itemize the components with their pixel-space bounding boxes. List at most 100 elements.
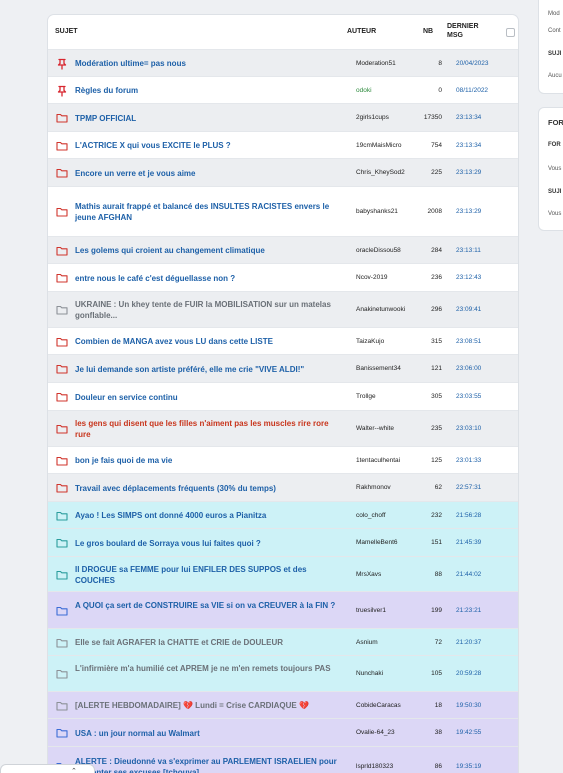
topic-last-message-link[interactable]: 21:45:39 [456,539,481,546]
select-all-checkbox[interactable] [506,28,515,37]
topic-title-link[interactable]: Elle se fait AGRAFER la CHATTE et CRIE d… [75,637,343,648]
topic-author[interactable]: Ovalie-64_23 [356,729,426,736]
topic-author[interactable]: colo_choff [356,512,426,519]
topic-last-message-link[interactable]: 23:12:43 [456,274,481,281]
topic-title-link[interactable]: Mathis aurait frappé et balancé des INSU… [75,201,343,223]
topic-last-message-link[interactable]: 19:50:30 [456,702,481,709]
topic-title-link[interactable]: ALERTE : Dieudonné va s'exprimer au PARL… [75,756,343,773]
topic-author[interactable]: Rakhmonov [356,484,426,491]
topic-last-message-link[interactable]: 21:44:02 [456,571,481,578]
topic-row[interactable]: L'ACTRICE X qui vous EXCITE le PLUS ? 19c… [48,131,518,158]
topic-title-link[interactable]: Travail avec déplacements fréquents (30%… [75,483,343,494]
topic-row[interactable]: Modération ultime= pas nous Moderation51 8… [48,49,518,76]
topic-title-link[interactable]: UKRAINE : Un khey tente de FUIR la MOBIL… [75,299,343,321]
topic-author[interactable]: Ncov-2019 [356,274,426,281]
topic-row[interactable]: Mathis aurait frappé et balancé des INSU… [48,186,518,236]
topic-author[interactable]: Trollge [356,393,426,400]
topic-last-message-link[interactable]: 19:42:55 [456,729,481,736]
topic-last-message-link[interactable]: 23:09:41 [456,306,481,313]
topic-title-link[interactable]: Douleur en service continu [75,392,343,403]
topic-last-message-link[interactable]: 21:20:37 [456,639,481,646]
topic-title-link[interactable]: Modération ultime= pas nous [75,58,343,69]
topic-title-link[interactable]: TPMP OFFICIAL [75,113,343,124]
topic-author[interactable]: TaizaKujo [356,338,426,345]
topic-row[interactable]: Elle se fait AGRAFER la CHATTE et CRIE d… [48,628,518,655]
topic-title-link[interactable]: Encore un verre et je vous aime [75,168,343,179]
topic-row[interactable]: Travail avec déplacements fréquents (30%… [48,473,518,501]
topic-last-message-link[interactable]: 23:08:51 [456,338,481,345]
topic-title-link[interactable]: Le gros boulard de Sorraya vous lui fait… [75,538,343,549]
topic-author[interactable]: Banissement34 [356,365,426,372]
topic-row[interactable]: A QUOI ça sert de CONSTRUIRE sa VIE si o… [48,591,518,628]
topic-author[interactable]: 19cmMaisMicro [356,142,426,149]
topic-last-message-link[interactable]: 23:13:34 [456,114,481,121]
topic-row[interactable]: Encore un verre et je vous aime Chris_Khe… [48,158,518,186]
pin-icon [56,85,68,97]
topic-last-message-link[interactable]: 23:13:34 [456,142,481,149]
topic-title-link[interactable]: L'infirmière m'a humilié cet APREM je ne… [75,663,343,674]
topic-last-message-link[interactable]: 23:13:11 [456,247,481,254]
topic-author[interactable]: oracleDissou58 [356,247,426,254]
topic-row[interactable]: Règles du forum odoki 0 08/11/2022 [48,76,518,103]
topic-last-message-link[interactable]: 21:23:21 [456,607,481,614]
topic-author[interactable]: Nunchaki [356,670,426,677]
topic-author[interactable]: CobideCaracas [356,702,426,709]
topic-title-link[interactable]: L'ACTRICE X qui vous EXCITE le PLUS ? [75,140,343,151]
topic-title-link[interactable]: Ayao ! Les SIMPS ont donné 4000 euros a … [75,510,343,521]
topic-row[interactable]: ALERTE : Dieudonné va s'exprimer au PARL… [48,746,518,773]
topic-last-message-link[interactable]: 20/04/2023 [456,60,489,67]
topic-author[interactable]: babyshanks21 [356,208,426,215]
topic-row[interactable]: Douleur en service continu Trollge 305 23:0… [48,382,518,410]
topic-row[interactable]: Je lui demande son artiste préféré, elle… [48,354,518,382]
topic-row[interactable]: Il DROGUE sa FEMME pour lui ENFILER DES … [48,556,518,591]
topic-author[interactable]: 1tentaculhentai [356,457,426,464]
topic-author[interactable]: Chris_KheySod2 [356,169,426,176]
topic-last-message-link[interactable]: 23:03:55 [456,393,481,400]
topic-row[interactable]: [ALERTE HEBDOMADAIRE] 💔 Lundi = Crise CA… [48,691,518,718]
topic-row[interactable]: Ayao ! Les SIMPS ont donné 4000 euros a … [48,501,518,528]
topic-row[interactable]: USA : un jour normal au Walmart Ovalie-64… [48,718,518,746]
sidebar-panel-forum: FOR FOR Vous SUJI Vous [538,107,563,231]
topic-last-message-link[interactable]: 23:13:29 [456,208,481,215]
topic-row[interactable]: Le gros boulard de Sorraya vous lui fait… [48,528,518,556]
topic-author[interactable]: MamelleBent6 [356,539,426,546]
topic-title-link[interactable]: Règles du forum [75,85,343,96]
topic-title-link[interactable]: bon je fais quoi de ma vie [75,455,343,466]
topic-author[interactable]: Walter--white [356,425,426,432]
topic-row[interactable]: UKRAINE : Un khey tente de FUIR la MOBIL… [48,291,518,327]
topic-author[interactable]: MrsXavs [356,571,426,578]
topic-row[interactable]: TPMP OFFICIAL 2girls1cups 17350 23:13:34 [48,103,518,131]
topic-last-message-link[interactable]: 19:35:19 [456,763,481,770]
topic-title-link[interactable]: Je lui demande son artiste préféré, elle… [75,364,343,375]
topic-last-message-link[interactable]: 08/11/2022 [456,87,488,94]
topic-row[interactable]: les gens qui disent que les filles n'aim… [48,410,518,446]
topic-title-link[interactable]: entre nous le café c'est déguellasse non… [75,273,343,284]
topic-last-message-link[interactable]: 22:57:31 [456,484,481,491]
topic-title-link[interactable]: [ALERTE HEBDOMADAIRE] 💔 Lundi = Crise CA… [75,700,343,711]
topic-last-message-link[interactable]: 23:03:10 [456,425,481,432]
topic-author[interactable]: odoki [356,87,426,94]
topic-row[interactable]: Combien de MANGA avez vous LU dans cette… [48,327,518,354]
topic-row[interactable]: entre nous le café c'est déguellasse non… [48,263,518,291]
topic-author[interactable]: 2girls1cups [356,114,426,121]
topic-last-message-link[interactable]: 21:56:28 [456,512,481,519]
topic-title-link[interactable]: Combien de MANGA avez vous LU dans cette… [75,336,343,347]
topic-author[interactable]: Anakinetunwooki [356,306,426,313]
bottom-drawer-tab[interactable]: ⌃ [0,764,95,773]
topic-last-message-link[interactable]: 23:06:00 [456,365,481,372]
topic-author[interactable]: Moderation51 [356,60,426,67]
topic-author[interactable]: Asnium [356,639,426,646]
topic-title-link[interactable]: les gens qui disent que les filles n'aim… [75,418,343,440]
topic-last-message-link[interactable]: 23:01:33 [456,457,481,464]
topic-author[interactable]: lsprld180323 [356,763,426,770]
topic-title-link[interactable]: Les golems qui croient au changement cli… [75,245,343,256]
topic-author[interactable]: truesilver1 [356,607,426,614]
topic-title-link[interactable]: A QUOI ça sert de CONSTRUIRE sa VIE si o… [75,600,343,611]
topic-row[interactable]: L'infirmière m'a humilié cet APREM je ne… [48,655,518,691]
topic-row[interactable]: Les golems qui croient au changement cli… [48,236,518,263]
topic-row[interactable]: bon je fais quoi de ma vie 1tentaculhenta… [48,446,518,473]
topic-title-link[interactable]: USA : un jour normal au Walmart [75,728,343,739]
topic-last-message-link[interactable]: 20:59:28 [456,670,481,677]
topic-title-link[interactable]: Il DROGUE sa FEMME pour lui ENFILER DES … [75,564,343,586]
topic-last-message-link[interactable]: 23:13:29 [456,169,481,176]
